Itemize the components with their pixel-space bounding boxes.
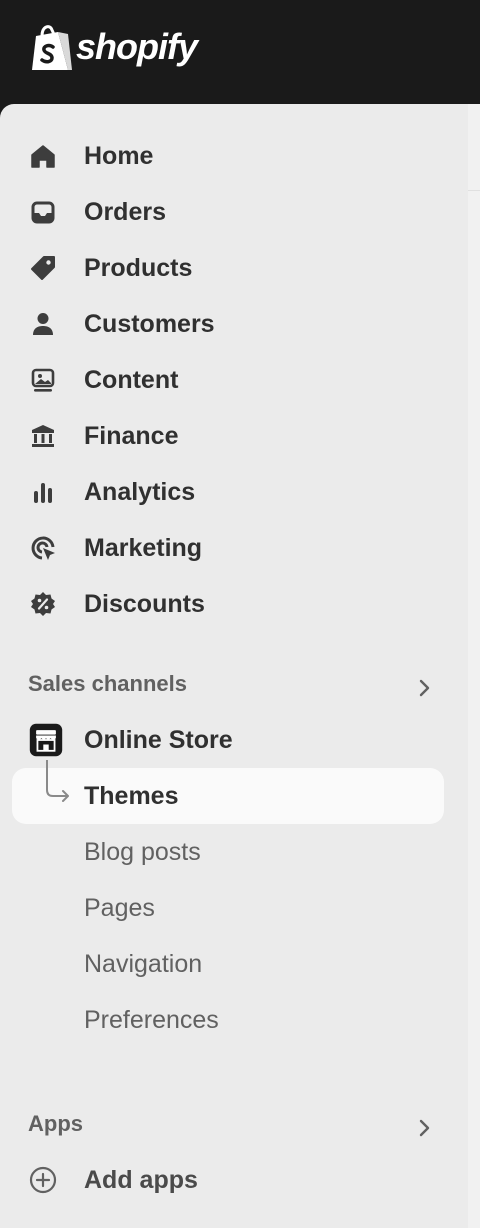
target-icon — [28, 528, 68, 568]
top-bar: shopify — [0, 0, 480, 104]
subnav-item-themes[interactable]: Themes — [84, 776, 178, 816]
tag-icon — [28, 248, 68, 288]
nav-label: Marketing — [84, 533, 203, 562]
nav-item-discounts[interactable]: Discounts — [28, 584, 205, 624]
sales-channels-heading: Sales channels — [28, 671, 187, 696]
chevron-right-icon[interactable] — [412, 1116, 436, 1140]
shopping-bag-icon — [32, 25, 72, 70]
nav-item-customers[interactable]: Customers — [28, 304, 215, 344]
subnav-item-pages[interactable]: Pages — [84, 888, 155, 928]
nav-label: Customers — [84, 309, 215, 338]
active-item-highlight — [12, 768, 444, 824]
nav-label: Content — [84, 365, 179, 394]
nav-label: Analytics — [84, 477, 196, 506]
nav-label: Products — [84, 253, 193, 282]
person-icon — [28, 304, 68, 344]
brand-name: shopify — [76, 26, 198, 67]
nav-item-home[interactable]: Home — [28, 136, 153, 176]
subnav-item-blog-posts[interactable]: Blog posts — [84, 832, 201, 872]
nav-item-online-store[interactable]: Online Store — [28, 720, 233, 760]
bank-icon — [28, 416, 68, 456]
add-apps-button[interactable]: Add apps — [28, 1160, 198, 1200]
storefront-icon — [28, 720, 68, 760]
nav-label: Finance — [84, 421, 179, 450]
nav-item-analytics[interactable]: Analytics — [28, 472, 195, 512]
subnav-item-preferences[interactable]: Preferences — [84, 1000, 219, 1040]
nav-label: Discounts — [84, 589, 205, 618]
tree-connector-icon — [46, 760, 69, 802]
content-edge — [468, 104, 480, 1228]
inbox-icon — [28, 192, 68, 232]
nav-label: Orders — [84, 197, 166, 226]
nav-item-orders[interactable]: Orders — [28, 192, 166, 232]
home-icon — [28, 136, 68, 176]
plus-circle-icon — [28, 1160, 68, 1200]
nav-item-marketing[interactable]: Marketing — [28, 528, 202, 568]
nav-item-products[interactable]: Products — [28, 248, 192, 288]
nav-item-content[interactable]: Content — [28, 360, 178, 400]
nav-item-finance[interactable]: Finance — [28, 416, 178, 456]
apps-heading: Apps — [28, 1111, 83, 1136]
discount-icon — [28, 584, 68, 624]
bar-chart-icon — [28, 472, 68, 512]
nav-label: Online Store — [84, 725, 233, 754]
image-icon — [28, 360, 68, 400]
nav-label: Add apps — [84, 1165, 198, 1194]
nav-label: Home — [84, 141, 154, 170]
shopify-logo[interactable]: shopify — [28, 22, 198, 74]
subnav-item-navigation[interactable]: Navigation — [84, 944, 202, 984]
chevron-right-icon[interactable] — [412, 676, 436, 700]
